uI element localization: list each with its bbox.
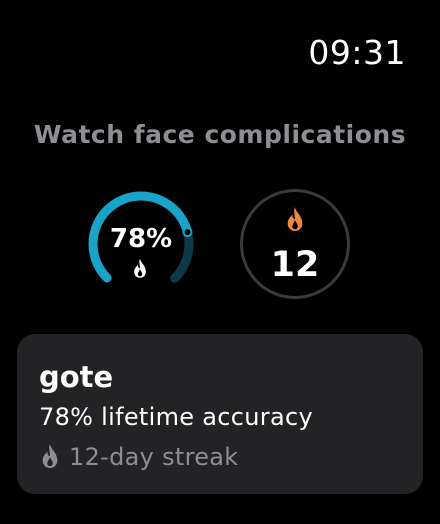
flame-icon [42, 444, 58, 468]
streak-count: 12 [270, 245, 320, 285]
streak-row: 12-day streak [39, 443, 239, 471]
streak-text: 12-day streak [69, 443, 239, 471]
profile-card[interactable]: gote 78% lifetime accuracy 12-day streak [17, 334, 423, 494]
accuracy-text: 78% lifetime accuracy [39, 403, 313, 431]
streak-complication[interactable]: 12 [240, 189, 350, 299]
flame-icon [287, 207, 303, 231]
status-time: 09:31 [308, 33, 406, 72]
accuracy-percent: 78% [109, 224, 173, 254]
section-title: Watch face complications [33, 120, 407, 149]
username: gote [39, 360, 114, 394]
accuracy-ring-complication[interactable]: 78% [85, 188, 197, 300]
flame-icon [134, 258, 146, 278]
